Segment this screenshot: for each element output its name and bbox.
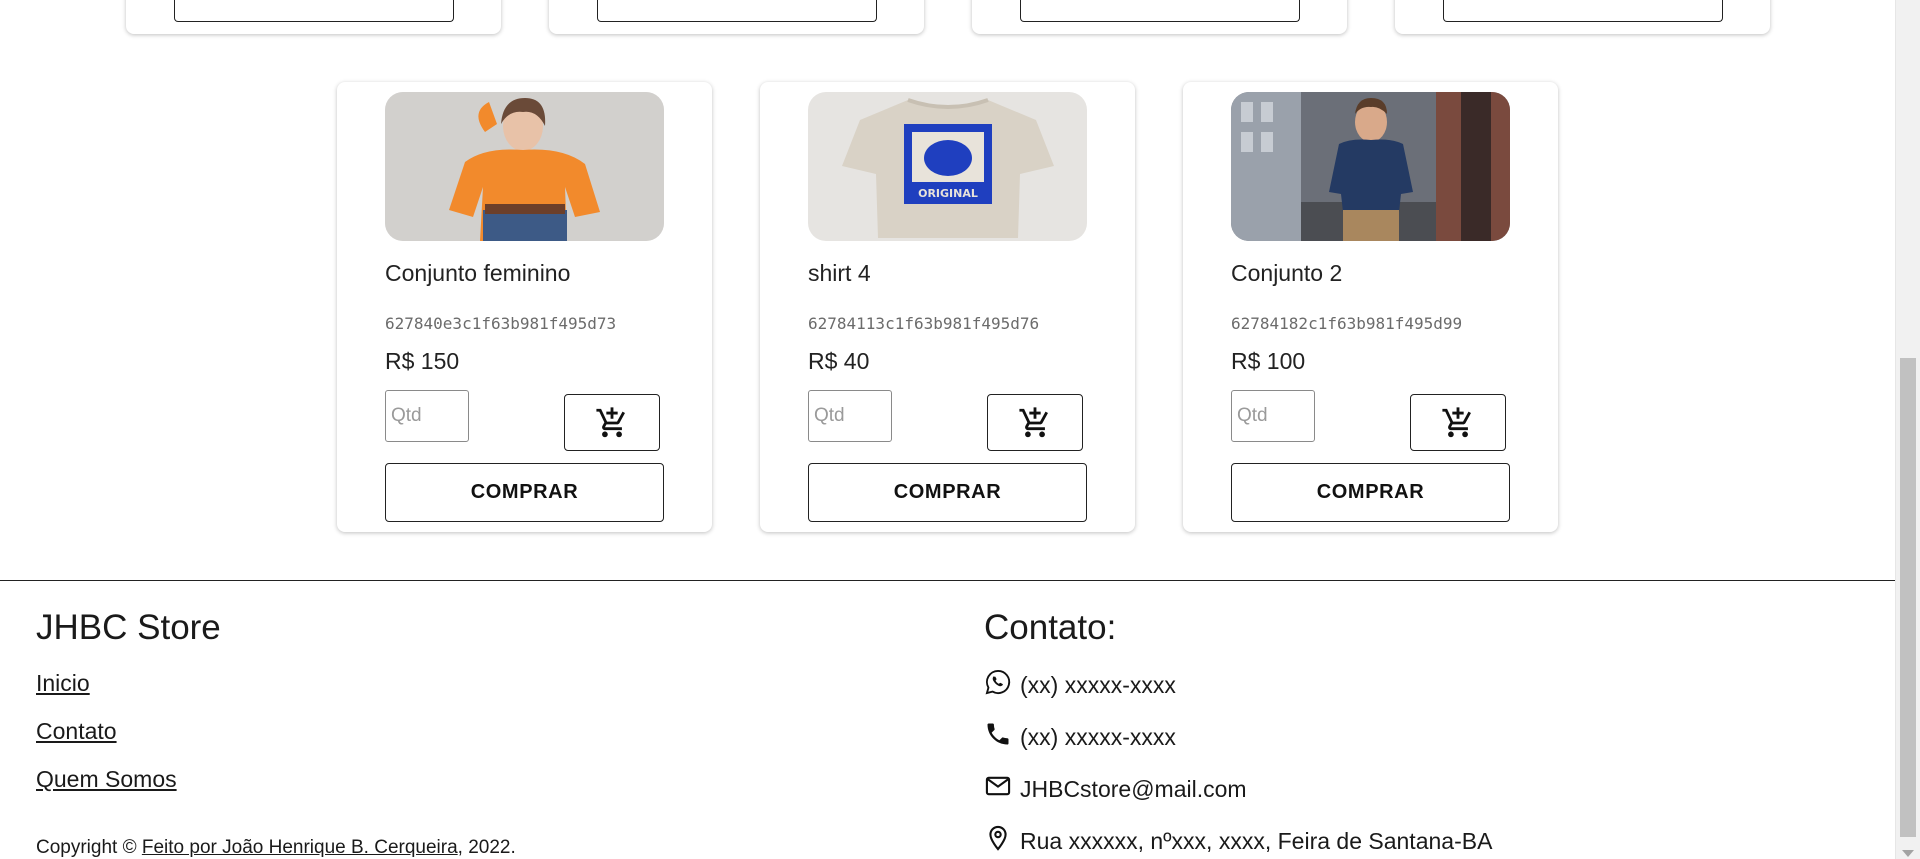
copyright-suffix: , 2022. (457, 837, 516, 858)
woman-orange-sweater-photo (385, 92, 664, 241)
buy-button-partial[interactable] (174, 0, 454, 22)
buy-button-partial[interactable] (597, 0, 877, 22)
product-id: 62784182c1f63b981f495d99 (1231, 314, 1463, 333)
product-image (385, 92, 664, 241)
product-image: ORIGINAL (808, 92, 1087, 241)
product-card-partial (1395, 0, 1770, 34)
phone-icon (987, 723, 1009, 745)
contact-email-text: JHBCstore@mail.com (1020, 776, 1247, 802)
add-to-cart-button[interactable] (987, 394, 1083, 451)
footer-link-contato[interactable]: Contato (36, 718, 117, 745)
quantity-input[interactable] (385, 390, 469, 442)
location-pin-icon (989, 825, 1007, 851)
footer-divider (0, 580, 1895, 581)
buy-button-partial[interactable] (1020, 0, 1300, 22)
scrollbar-thumb[interactable] (1900, 358, 1916, 837)
original-graphic-tshirt-photo: ORIGINAL (808, 92, 1087, 241)
contact-address-text: Rua xxxxxx, nºxxx, xxxx, Feira de Santan… (1020, 828, 1493, 854)
add-shopping-cart-icon (596, 406, 625, 437)
product-card: ORIGINAL shirt 4 62784113c1f63b981f495d7… (760, 82, 1135, 532)
contact-whatsapp: (xx) xxxxx-xxxx (984, 669, 1176, 699)
buy-button[interactable]: COMPRAR (1231, 463, 1510, 522)
product-card-partial (549, 0, 924, 34)
scroll-down-arrow-icon[interactable] (1902, 850, 1914, 857)
product-id: 627840e3c1f63b981f495d73 (385, 314, 617, 333)
contact-phone-text: (xx) xxxxx-xxxx (1020, 724, 1176, 750)
copyright-prefix: Copyright © (36, 837, 142, 858)
add-to-cart-button[interactable] (564, 394, 660, 451)
product-card: Conjunto 2 62784182c1f63b981f495d99 R$ 1… (1183, 82, 1558, 532)
buy-button[interactable]: COMPRAR (385, 463, 664, 522)
copyright: Copyright © Feito por João Henrique B. C… (36, 837, 516, 859)
contact-title: Contato: (984, 608, 1117, 647)
add-shopping-cart-icon (1442, 406, 1471, 437)
author-link[interactable]: Feito por João Henrique B. Cerqueira (142, 837, 458, 858)
man-denim-shirt-city-photo (1231, 92, 1510, 241)
mail-icon (985, 776, 1011, 796)
contact-email: JHBCstore@mail.com (984, 776, 1247, 803)
product-image (1231, 92, 1510, 241)
quantity-input[interactable] (1231, 390, 1315, 442)
quantity-input[interactable] (808, 390, 892, 442)
product-id: 62784113c1f63b981f495d76 (808, 314, 1040, 333)
product-name: Conjunto feminino (385, 260, 571, 286)
contact-phone: (xx) xxxxx-xxxx (984, 723, 1176, 751)
whatsapp-icon (985, 669, 1011, 695)
product-card: Conjunto feminino 627840e3c1f63b981f495d… (337, 82, 712, 532)
product-price: R$ 150 (385, 348, 460, 374)
product-name: Conjunto 2 (1231, 260, 1343, 286)
product-card-partial (972, 0, 1347, 34)
contact-address: Rua xxxxxx, nºxxx, xxxx, Feira de Santan… (984, 825, 1493, 855)
buy-button-partial[interactable] (1443, 0, 1723, 22)
svg-text:ORIGINAL: ORIGINAL (918, 187, 978, 200)
product-name: shirt 4 (808, 260, 871, 286)
vertical-scrollbar[interactable] (1895, 0, 1920, 859)
product-price: R$ 40 (808, 348, 870, 374)
footer-link-quem-somos[interactable]: Quem Somos (36, 766, 177, 793)
footer-brand-title: JHBC Store (36, 608, 221, 647)
product-card-partial (126, 0, 501, 34)
buy-button[interactable]: COMPRAR (808, 463, 1087, 522)
product-price: R$ 100 (1231, 348, 1306, 374)
contact-whatsapp-text: (xx) xxxxx-xxxx (1020, 672, 1176, 698)
add-shopping-cart-icon (1019, 406, 1048, 437)
footer-link-inicio[interactable]: Inicio (36, 670, 90, 697)
add-to-cart-button[interactable] (1410, 394, 1506, 451)
